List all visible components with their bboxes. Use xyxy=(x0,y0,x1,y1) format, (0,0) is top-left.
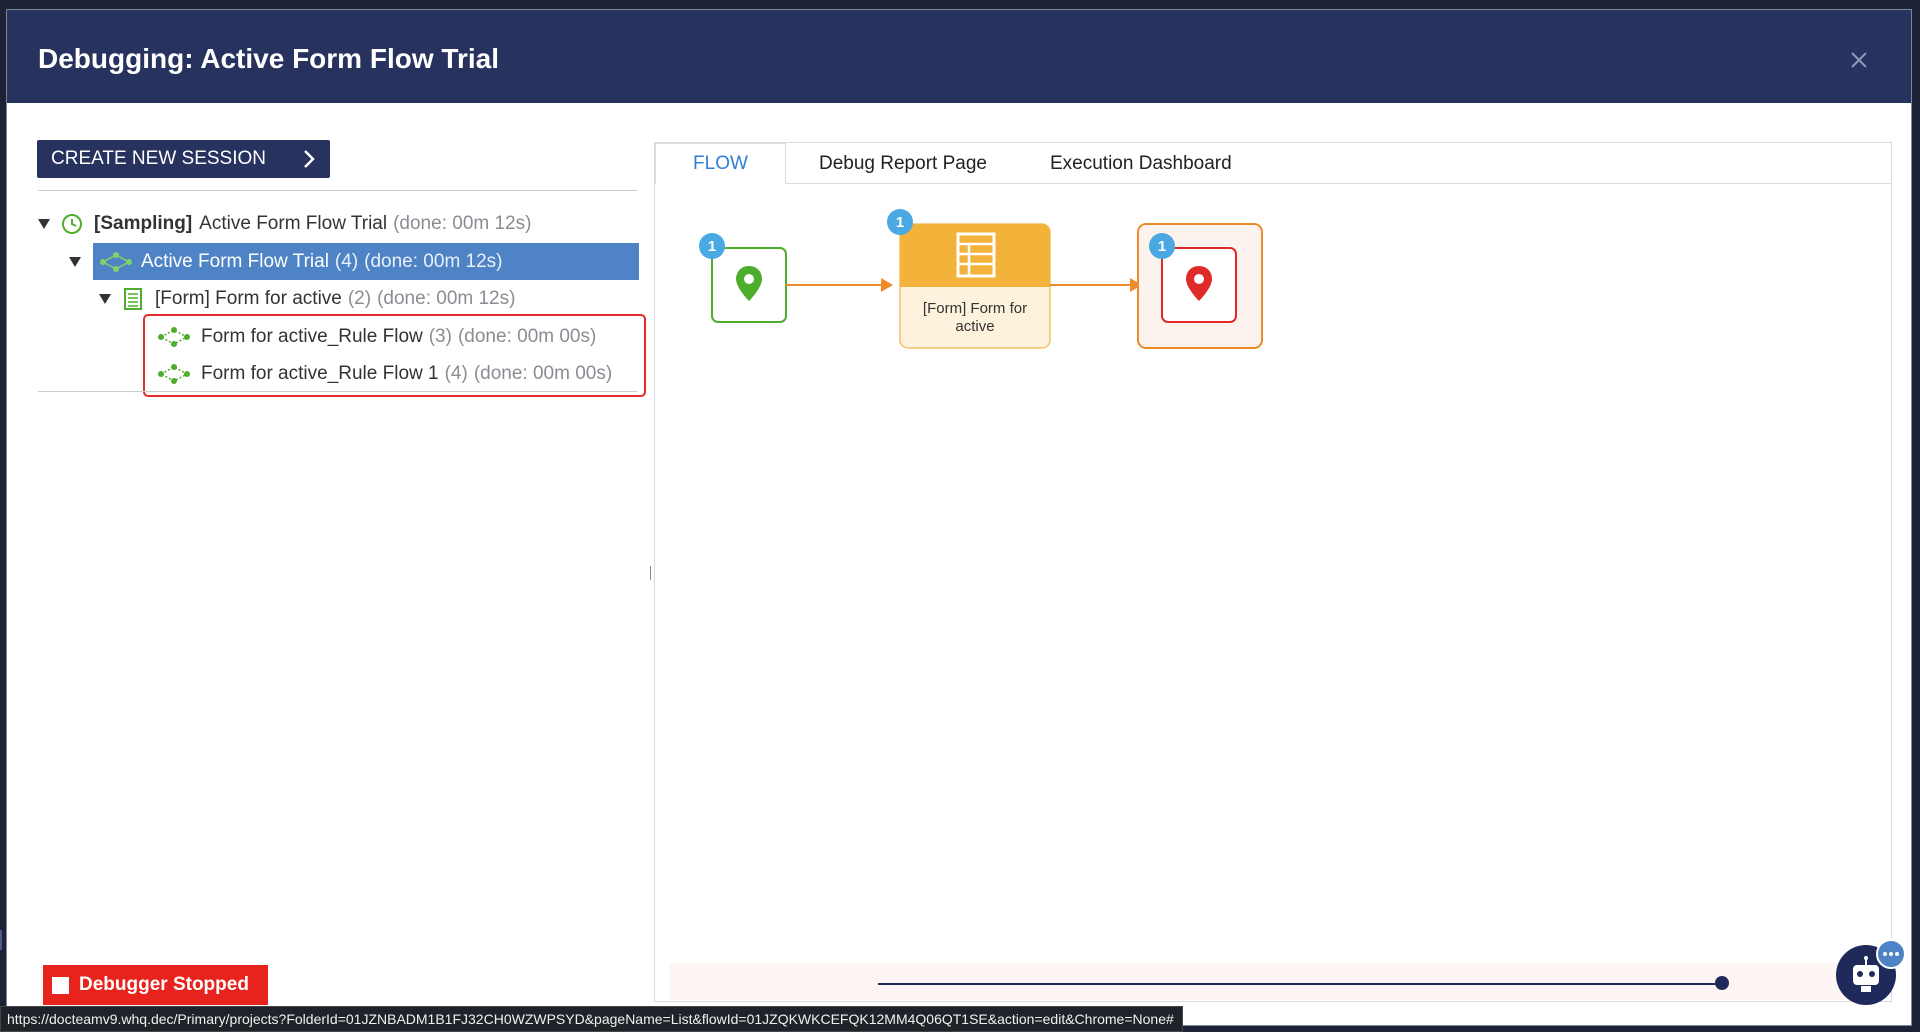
flow-canvas: 1 1 1 [Form] Form for active xyxy=(655,184,1891,964)
flow-diagram: 1 1 1 xyxy=(699,209,1263,349)
tab-flow-label: FLOW xyxy=(693,153,748,174)
modal-header: Debugging: Active Form Flow Trial xyxy=(7,10,1911,103)
tree-divider-top xyxy=(38,190,637,191)
close-icon[interactable] xyxy=(1847,48,1871,72)
connector-start-to-form xyxy=(786,278,893,292)
chevron-right-icon xyxy=(304,150,315,168)
tree-row-form[interactable]: [Form] Form for active (2) (done: 00m 12… xyxy=(99,280,515,317)
flow-icon xyxy=(100,251,132,272)
tab-flow[interactable]: FLOW xyxy=(655,143,786,184)
debugger-status-label: Debugger Stopped xyxy=(79,974,249,995)
tree-row-flow[interactable] xyxy=(69,243,81,280)
flow-panel: FLOW Debug Report Page Execution Dashboa… xyxy=(654,142,1892,1002)
tree-row-meta: (done: 00m 12s) xyxy=(393,212,532,234)
create-new-session-label: CREATE NEW SESSION xyxy=(51,148,267,169)
svg-text:1: 1 xyxy=(1158,238,1166,255)
expand-caret-icon[interactable] xyxy=(38,218,50,229)
end-node-badge: 1 xyxy=(1149,233,1175,259)
browser-status-url: https://docteamv9.whq.dec/Primary/projec… xyxy=(0,1006,1183,1032)
tree-row-label: Active Form Flow Trial xyxy=(141,250,329,272)
form-node-badge: 1 xyxy=(887,209,913,235)
connector-form-to-end xyxy=(1050,278,1142,292)
start-node[interactable] xyxy=(711,247,787,323)
tab-debug-report-label: Debug Report Page xyxy=(819,152,987,174)
tree-row-label: Active Form Flow Trial xyxy=(199,212,388,234)
modal-title: Debugging: Active Form Flow Trial xyxy=(38,43,499,74)
tree-row-count: (2) xyxy=(347,287,372,309)
tree-row-prefix: [Sampling] xyxy=(94,212,193,234)
tree-divider-bottom xyxy=(38,391,637,392)
tree-row-meta: (done: 00m 12s) xyxy=(364,250,503,272)
status-url-text: https://docteamv9.whq.dec/Primary/projec… xyxy=(7,1011,1174,1027)
tree-row-meta: (done: 00m 12s) xyxy=(377,287,516,309)
tree-row-flow-selected[interactable]: Active Form Flow Trial (4) (done: 00m 12… xyxy=(93,243,639,280)
tab-debug-report-page[interactable]: Debug Report Page xyxy=(819,143,987,184)
form-icon xyxy=(124,287,142,310)
tree-row-label: [Form] Form for active xyxy=(155,287,342,309)
create-new-session-button[interactable]: CREATE NEW SESSION xyxy=(37,140,330,178)
timeline-bar xyxy=(669,963,1881,1000)
expand-caret-icon[interactable] xyxy=(69,256,81,267)
tab-execution-dashboard-label: Execution Dashboard xyxy=(1050,152,1232,174)
svg-text:1: 1 xyxy=(708,238,716,255)
expand-caret-icon[interactable] xyxy=(99,293,111,304)
tree-row-count: (4) xyxy=(334,250,359,272)
tab-execution-dashboard[interactable]: Execution Dashboard xyxy=(1050,143,1232,184)
stop-square-icon xyxy=(52,976,69,994)
timeline-handle[interactable] xyxy=(1715,976,1729,990)
clock-icon xyxy=(62,213,82,234)
debugger-stopped-indicator[interactable]: Debugger Stopped xyxy=(43,965,268,1005)
tree-row-session[interactable]: [Sampling] Active Form Flow Trial (done:… xyxy=(38,205,531,242)
chat-bubble-icon xyxy=(1876,939,1906,969)
timeline-track[interactable] xyxy=(878,983,1721,985)
start-node-badge: 1 xyxy=(699,233,725,259)
svg-text:1: 1 xyxy=(896,214,904,231)
tab-bar: FLOW Debug Report Page Execution Dashboa… xyxy=(655,143,1892,184)
form-node-label: [Form] Form for active xyxy=(922,300,1028,335)
debug-modal: Debugging: Active Form Flow Trial CREATE… xyxy=(6,9,1912,1026)
highlight-annotation-box xyxy=(143,314,646,397)
